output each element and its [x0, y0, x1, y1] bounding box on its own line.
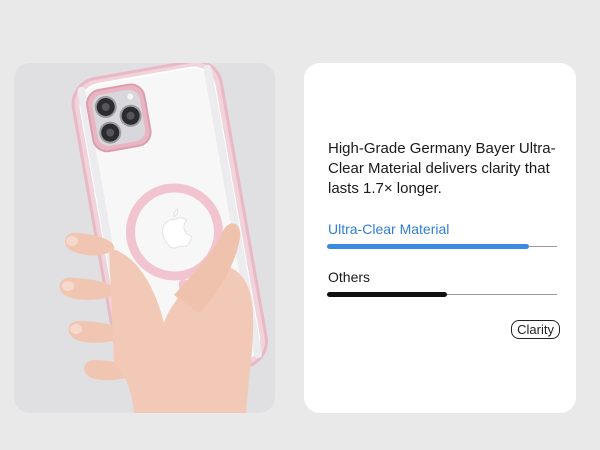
product-photo-card	[14, 63, 275, 413]
ultra-clear-bar-track	[327, 244, 557, 249]
phone-in-hand-illustration	[59, 63, 268, 413]
feature-info-card: High-Grade Germany Bayer Ultra-Clear Mat…	[304, 63, 576, 413]
others-bar-track	[327, 292, 557, 297]
others-bar-fill	[327, 292, 447, 297]
ultra-clear-bar-fill	[327, 244, 530, 249]
feature-headline: High-Grade Germany Bayer Ultra-Clear Mat…	[328, 140, 556, 197]
ultra-clear-bar-label: Ultra-Clear Material	[328, 221, 450, 237]
others-bar-label: Others	[328, 269, 371, 285]
clarity-tag: Clarity	[511, 320, 560, 339]
